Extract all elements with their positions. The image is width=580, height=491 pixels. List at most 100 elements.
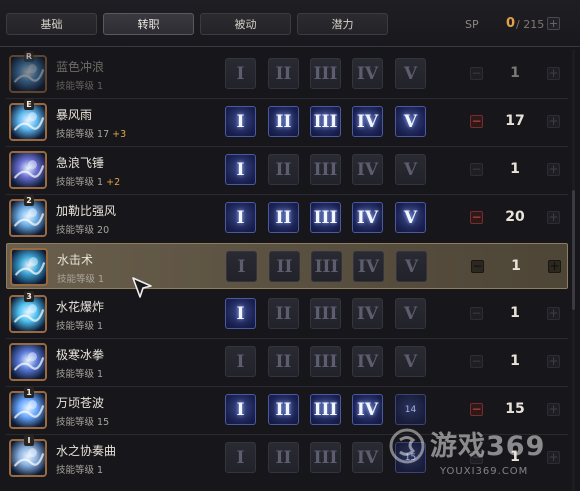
skill-level-number: 1 bbox=[97, 369, 104, 380]
tier-3-button[interactable]: III bbox=[310, 298, 341, 329]
tier-1-button[interactable]: I bbox=[225, 442, 256, 473]
tier-3-button[interactable]: III bbox=[310, 154, 341, 185]
skill-name: 加勒比强风 bbox=[56, 204, 117, 218]
skill-icon bbox=[9, 151, 47, 189]
tier-2-button[interactable]: II bbox=[268, 394, 299, 425]
tier-1-button[interactable]: I bbox=[225, 58, 256, 89]
skill-level-prefix: 技能等级 bbox=[56, 129, 98, 140]
tier-3-button[interactable]: III bbox=[311, 251, 342, 282]
tier-3-button[interactable]: III bbox=[310, 442, 341, 473]
tier-3-button[interactable]: III bbox=[310, 202, 341, 233]
tier-3-button[interactable]: III bbox=[310, 106, 341, 137]
skill-level-value: 17 bbox=[505, 113, 525, 129]
tier-3-button[interactable]: III bbox=[310, 394, 341, 425]
decrease-level-button[interactable]: − bbox=[470, 403, 483, 416]
tier-4-button[interactable]: IV bbox=[352, 346, 383, 377]
tier-1-button[interactable]: I bbox=[225, 346, 256, 377]
tab-advance[interactable]: 转职 bbox=[103, 13, 194, 35]
skill-level-text: 技能等级 1 +2 bbox=[56, 174, 120, 188]
tier-5-button[interactable]: V bbox=[395, 202, 426, 233]
tier-2-button[interactable]: II bbox=[268, 298, 299, 329]
tier-1-button[interactable]: I bbox=[226, 251, 257, 282]
skill-name: 万顷苍波 bbox=[56, 396, 105, 410]
scrollbar-thumb[interactable] bbox=[572, 190, 575, 310]
tier-4-button[interactable]: IV bbox=[352, 154, 383, 185]
skill-row[interactable]: 极寒冰拳 技能等级 1 I II III IV V −1 + bbox=[6, 339, 568, 385]
skill-name: 蓝色冲浪 bbox=[56, 60, 105, 74]
tier-4-button[interactable]: IV bbox=[352, 298, 383, 329]
decrease-level-button[interactable]: − bbox=[470, 163, 483, 176]
decrease-level-button[interactable]: − bbox=[470, 355, 483, 368]
decrease-level-button[interactable]: − bbox=[470, 307, 483, 320]
tier-5-button[interactable]: V bbox=[395, 106, 426, 137]
tier-1-button[interactable]: I bbox=[225, 154, 256, 185]
increase-level-button[interactable]: + bbox=[547, 211, 560, 224]
tier-4-button[interactable]: IV bbox=[352, 58, 383, 89]
tier-4-button[interactable]: IV bbox=[352, 442, 383, 473]
decrease-level-button[interactable]: − bbox=[471, 260, 484, 273]
tier-4-button[interactable]: IV bbox=[352, 202, 383, 233]
increase-level-button[interactable]: + bbox=[547, 163, 560, 176]
tier-2-button[interactable]: II bbox=[268, 58, 299, 89]
tier-1-button[interactable]: I bbox=[225, 298, 256, 329]
increase-level-button[interactable]: + bbox=[547, 451, 560, 464]
skill-level-value: 1 bbox=[510, 65, 520, 81]
skill-level-number: 1 bbox=[98, 274, 105, 285]
increase-level-button[interactable]: + bbox=[547, 67, 560, 80]
watermark-url: YOUXI369.COM bbox=[440, 466, 529, 477]
increase-level-button[interactable]: + bbox=[547, 403, 560, 416]
skill-row[interactable]: R 蓝色冲浪 技能等级 1 I II III IV V −1 + bbox=[6, 51, 568, 97]
tier-2-button[interactable]: II bbox=[268, 106, 299, 137]
skill-level-bonus: +2 bbox=[106, 177, 121, 188]
tier-3-button[interactable]: III bbox=[310, 346, 341, 377]
skill-level-prefix: 技能等级 bbox=[56, 321, 98, 332]
tier-4-button[interactable]: IV bbox=[352, 106, 383, 137]
increase-level-button[interactable]: + bbox=[547, 307, 560, 320]
skill-level-value: 1 bbox=[511, 258, 521, 274]
decrease-level-button[interactable]: − bbox=[470, 211, 483, 224]
increase-level-button[interactable]: + bbox=[548, 260, 561, 273]
tab-potential[interactable]: 潜力 bbox=[297, 13, 388, 35]
skill-row[interactable]: E 暴风雨 技能等级 17 +3 I II III IV V −17 + bbox=[6, 99, 568, 145]
tier-1-button[interactable]: I bbox=[225, 106, 256, 137]
skill-rank-badge: 3 bbox=[24, 291, 34, 302]
top-bar: 基础 转职 被动 潜力 SP 0 / 215 + bbox=[0, 0, 580, 46]
skill-level-text: 技能等级 1 bbox=[56, 78, 103, 92]
watermark-logo-icon bbox=[389, 428, 425, 464]
skill-rank-badge: 1 bbox=[24, 387, 34, 398]
tier-5-button[interactable]: V bbox=[395, 154, 426, 185]
tier-1-button[interactable]: I bbox=[225, 202, 256, 233]
sp-current: 0 bbox=[506, 16, 516, 31]
skill-level-text: 技能等级 1 bbox=[57, 271, 104, 285]
decrease-level-button[interactable]: − bbox=[470, 67, 483, 80]
tier-3-button[interactable]: III bbox=[310, 58, 341, 89]
skill-level-prefix: 技能等级 bbox=[56, 465, 98, 476]
mouse-cursor-icon bbox=[132, 277, 152, 298]
sp-add-button[interactable]: + bbox=[547, 17, 560, 30]
skill-row[interactable]: 急浪飞锤 技能等级 1 +2 I II III IV V −1 + bbox=[6, 147, 568, 193]
tier-2-button[interactable]: II bbox=[268, 346, 299, 377]
decrease-level-button[interactable]: − bbox=[470, 115, 483, 128]
tier-5-button[interactable]: V bbox=[395, 298, 426, 329]
tier-2-button[interactable]: II bbox=[269, 251, 300, 282]
tier-5-button[interactable]: V bbox=[395, 58, 426, 89]
tier-5-button[interactable]: 14 bbox=[395, 394, 426, 425]
tab-passive[interactable]: 被动 bbox=[200, 13, 291, 35]
skill-row[interactable]: 水击术 技能等级 1 I II III IV V −1 + bbox=[6, 243, 568, 289]
tier-5-button[interactable]: V bbox=[395, 346, 426, 377]
tier-2-button[interactable]: II bbox=[268, 154, 299, 185]
tier-2-button[interactable]: II bbox=[268, 202, 299, 233]
increase-level-button[interactable]: + bbox=[547, 355, 560, 368]
increase-level-button[interactable]: + bbox=[547, 115, 560, 128]
skill-level-text: 技能等级 15 bbox=[56, 414, 109, 428]
tab-basic[interactable]: 基础 bbox=[6, 13, 97, 35]
skill-row[interactable]: 3 水花爆炸 技能等级 1 I II III IV V −1 + bbox=[6, 291, 568, 337]
skill-icon bbox=[9, 343, 47, 381]
sp-max: / 215 bbox=[516, 18, 545, 31]
tier-4-button[interactable]: IV bbox=[352, 394, 383, 425]
skill-row[interactable]: 2 加勒比强风 技能等级 20 I II III IV V −20 + bbox=[6, 195, 568, 241]
tier-2-button[interactable]: II bbox=[268, 442, 299, 473]
tier-5-button[interactable]: V bbox=[396, 251, 427, 282]
tier-4-button[interactable]: IV bbox=[353, 251, 384, 282]
tier-1-button[interactable]: I bbox=[225, 394, 256, 425]
